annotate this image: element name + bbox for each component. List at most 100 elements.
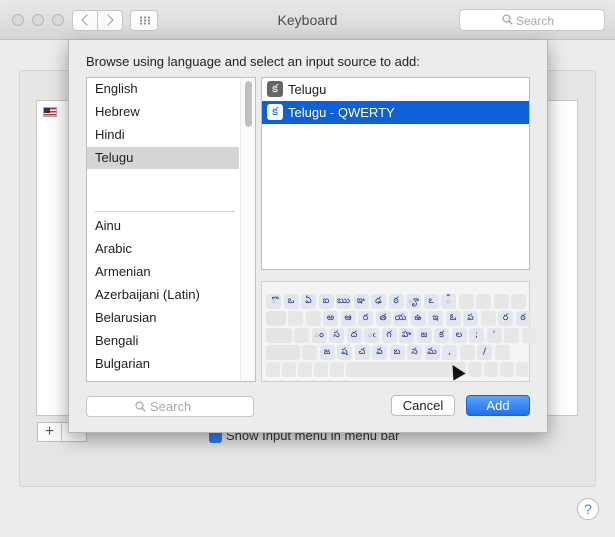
telugu-script-icon: క [267,81,283,97]
keyboard-key: హ [399,328,414,343]
keyboard-key [511,294,526,309]
keyboard-key [314,362,328,377]
keyboard-key: ' [486,328,502,343]
keyboard-key: ఙ [319,345,335,360]
keyboard-key: ొ [266,294,281,309]
keyboard-key [476,294,491,309]
language-item[interactable]: English [87,78,239,100]
keyboard-key: అ [323,311,338,326]
language-item[interactable]: Belarusian [87,307,239,329]
language-item[interactable]: Ainu [87,215,239,237]
keyboard-key: ఐ [318,294,334,309]
keyboard-key [521,328,537,343]
keyboard-key: ఽ [423,294,439,309]
keyboard-key: ష [337,345,352,360]
scrollbar-thumb[interactable] [245,81,252,127]
keyboard-key: ఋ [336,294,351,309]
input-source-label: Telugu [288,82,327,97]
keyboard-key: ఠ [515,311,531,326]
keyboard-key [282,362,296,377]
input-source-item[interactable]: క Telugu [262,78,529,101]
keyboard-key: ; [469,328,484,343]
keyboard-key: మ [424,345,440,360]
telugu-script-icon: క [267,104,283,120]
search-placeholder: Search [150,399,192,414]
keyboard-key: గ [381,328,397,343]
search-icon [135,401,146,412]
keyboard-key: క [434,328,449,343]
keyboard-key [493,294,509,309]
language-item[interactable]: Telugu [87,147,239,169]
keyboard-key [480,311,496,326]
language-item[interactable]: Bengali [87,330,239,352]
input-source-list[interactable]: క Telugu క Telugu - QWERTY [261,77,530,270]
keyboard-key [266,362,280,377]
language-list-scrollbar[interactable] [240,78,255,381]
keyboard-key: ౄ [406,294,421,309]
keyboard-key [516,362,528,377]
keyboard-key: య [393,311,408,326]
language-search-field[interactable]: Search [86,396,254,417]
language-item[interactable]: Arabic [87,238,239,260]
language-list-separator [95,211,235,212]
keyboard-key: ఒ [283,294,299,309]
us-flag-icon [43,107,57,117]
keyboard-key: వ [372,345,387,360]
keyboard-key: ఞ [353,294,369,309]
keyboard-key [484,362,498,377]
keyboard-key [302,345,317,360]
keyboard-key [459,345,475,360]
search-icon [502,14,513,25]
keyboard-key: ఁ [364,328,379,343]
keyboard-key: స [329,328,344,343]
keyboard-key: ం [311,328,327,343]
keyboard-preferences-window: Keyboard Search + Show Input menu in men… [0,0,615,537]
keyboard-key: ఀ [441,294,456,309]
keyboard-key: ఆ [340,311,356,326]
sheet-prompt: Browse using language and select an inpu… [86,54,420,69]
preferences-search-field[interactable]: Search [459,9,605,31]
keyboard-key [305,311,321,326]
keyboard-key [298,362,312,377]
keyboard-key: ల [451,328,467,343]
keyboard-key [294,328,309,343]
keyboard-key: ఢ [371,294,386,309]
add-button[interactable]: Add [466,395,530,416]
keyboard-key: బ [389,345,405,360]
cancel-button[interactable]: Cancel [391,395,455,416]
language-item[interactable]: Burmese [87,376,239,381]
keyboard-key: ఠ [388,294,404,309]
keyboard-key [468,362,482,377]
keyboard-key: త [375,311,391,326]
keyboard-key [266,328,292,343]
language-item[interactable]: Hindi [87,124,239,146]
input-source-item[interactable]: క Telugu - QWERTY [262,101,529,124]
keyboard-key [500,362,514,377]
help-button[interactable]: ? [577,498,599,520]
keyboard-key: , [442,345,457,360]
language-item[interactable]: Hebrew [87,101,239,123]
keyboard-key: ర [358,311,373,326]
language-list[interactable]: English Hebrew Hindi Telugu Ainu Arabic Armeni… [86,77,256,382]
keyboard-layout-preview: ొ ఒ ఏ ఐ ఋ ఞ ఢ ఠౄ ఽఀ అ ఆ ర త య ఉ ఇ ఓ ప ర ఠం స దఁ గ హ జ క ల; ' ఙ ష చ వ బ న మ… [261,281,537,382]
search-placeholder: Search [516,14,555,28]
keyboard-key [458,294,474,309]
keyboard-key: ఇ [428,311,443,326]
keyboard-key [330,362,344,377]
keyboard-key [266,345,300,360]
keyboard-key: న [407,345,422,360]
language-item[interactable]: Armenian [87,261,239,283]
input-source-label: Telugu - QWERTY [288,105,395,120]
keyboard-key: ద [346,328,362,343]
keyboard-key: చ [354,345,370,360]
keyboard-key: ఉ [410,311,426,326]
add-input-source-button[interactable]: + [38,423,62,441]
language-item[interactable]: Bulgarian [87,353,239,375]
keyboard-key [288,311,303,326]
keyboard-key [504,328,519,343]
keyboard-key: ఏ [301,294,316,309]
keyboard-key [494,345,510,360]
keyboard-key [266,311,286,326]
keyboard-key: ర [498,311,513,326]
language-item[interactable]: Azerbaijani (Latin) [87,284,239,306]
